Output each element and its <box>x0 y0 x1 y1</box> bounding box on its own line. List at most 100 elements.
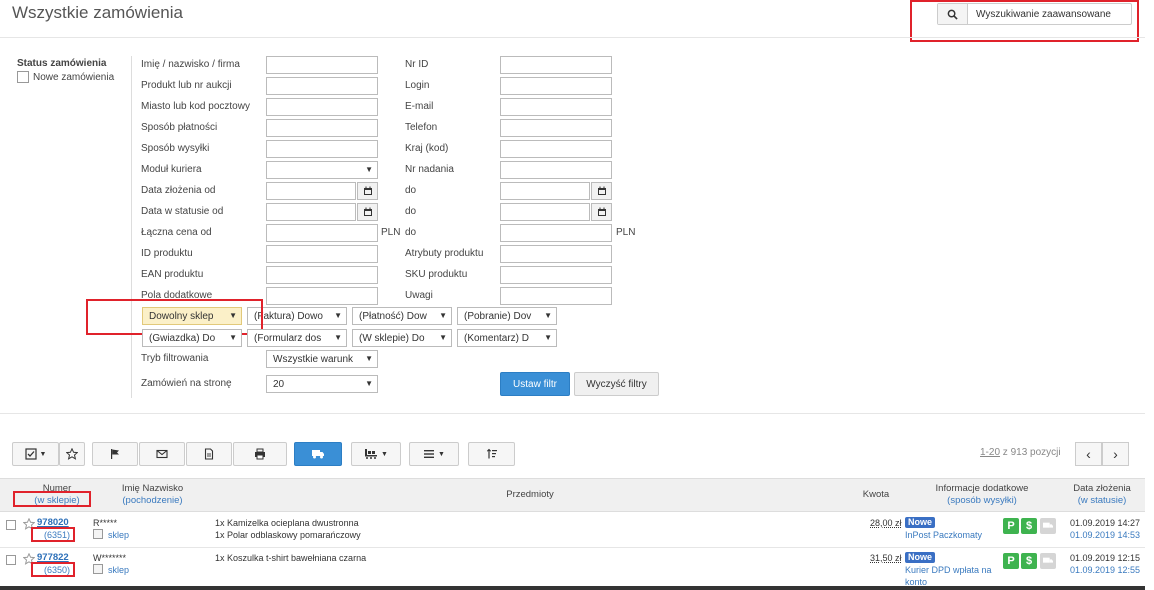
date-created-from-input[interactable] <box>266 182 356 200</box>
filter-label-ean: EAN produktu <box>141 269 204 280</box>
chevron-down-icon: ▼ <box>381 450 388 458</box>
col-amount[interactable]: Kwota <box>850 489 902 501</box>
flag-button[interactable] <box>92 442 138 466</box>
highlight-number-header <box>13 491 91 507</box>
filter-label-attributes: Atrybuty produktu <box>405 248 484 259</box>
filter-label-price-to: do <box>405 227 417 238</box>
origin: sklep <box>108 565 130 575</box>
pagination-range[interactable]: 1-20 <box>980 447 1000 458</box>
status-option-new[interactable]: Nowe zamówienia <box>17 71 114 83</box>
date-created-to-input[interactable] <box>500 182 590 200</box>
ean-input[interactable] <box>266 266 378 284</box>
col-info[interactable]: Informacje dodatkowe (sposób wysyłki) <box>922 483 1042 507</box>
tracking-input[interactable] <box>500 161 612 179</box>
select-all-button[interactable]: ▼ <box>12 442 59 466</box>
product-id-input[interactable] <box>266 245 378 263</box>
clear-filters-button[interactable]: Wyczyść filtry <box>574 372 659 396</box>
star-button[interactable] <box>59 442 85 466</box>
per-page-select[interactable]: 20 ▼ <box>266 375 378 393</box>
filter-mode-select[interactable]: Wszystkie warunk ▼ <box>266 350 378 368</box>
attributes-input[interactable] <box>500 245 612 263</box>
shop-icon <box>93 529 103 539</box>
filter-label-date-status-to: do <box>405 206 417 217</box>
email-input[interactable] <box>500 98 612 116</box>
print-button[interactable] <box>233 442 287 466</box>
filter-label-phone: Telefon <box>405 122 438 133</box>
menu-icon <box>424 450 435 458</box>
shipping-button[interactable] <box>294 442 342 466</box>
cod-select[interactable]: (Pobranie) Dov ▼ <box>457 307 557 325</box>
per-page-label: Zamówień na stronę <box>141 378 232 389</box>
row-checkbox[interactable] <box>6 520 16 530</box>
city-input[interactable] <box>266 98 378 116</box>
document-button[interactable] <box>186 442 232 466</box>
in-shop-select[interactable]: (W sklepie) Do ▼ <box>352 329 452 347</box>
extra-fields-input[interactable] <box>266 287 378 305</box>
chevron-down-icon: ▼ <box>334 311 342 320</box>
chevron-down-icon: ▼ <box>438 450 445 458</box>
col-date[interactable]: Data złożenia (w statusie) <box>1062 483 1142 507</box>
calendar-icon[interactable] <box>591 182 612 200</box>
shipping-input[interactable] <box>266 140 378 158</box>
origin: sklep <box>108 530 130 540</box>
star-select[interactable]: (Gwiazdka) Do ▼ <box>142 329 242 347</box>
chevron-down-icon: ▼ <box>334 333 342 342</box>
comment-select[interactable]: (Komentarz) D ▼ <box>457 329 557 347</box>
calendar-icon[interactable] <box>357 182 378 200</box>
payment-status-icon: $ <box>1021 553 1037 569</box>
sort-button[interactable] <box>468 442 515 466</box>
shipping-method: Kurier DPD wpłata na konto <box>905 565 992 587</box>
warehouse-button[interactable]: ▼ <box>351 442 401 466</box>
prev-page-button[interactable]: ‹ <box>1075 442 1102 466</box>
table-row[interactable]: 978020 (6351) R***** sklep 1x Kamizelka … <box>0 513 1145 548</box>
status-new-checkbox[interactable] <box>17 71 29 83</box>
price-from-input[interactable] <box>266 224 378 242</box>
phone-input[interactable] <box>500 119 612 137</box>
filter-mode-value: Wszystkie warunk <box>273 353 354 365</box>
date-status-to-input[interactable] <box>500 203 590 221</box>
calendar-icon[interactable] <box>591 203 612 221</box>
name-input[interactable] <box>266 56 378 74</box>
login-input[interactable] <box>500 77 612 95</box>
form-select-value: (Formularz dos <box>254 332 322 344</box>
row-checkbox[interactable] <box>6 555 16 565</box>
table-header: Numer (w sklepie) Imię Nazwisko (pochodz… <box>0 478 1145 512</box>
calendar-icon[interactable] <box>357 203 378 221</box>
pagination-total: z 913 pozycji <box>1000 447 1061 458</box>
status-filter-title: Status zamówienia <box>17 58 107 69</box>
date-status-from-input[interactable] <box>266 203 356 221</box>
parcel-status-icon: P <box>1003 553 1019 569</box>
col-info-label: Informacje dodatkowe <box>935 483 1029 494</box>
filter-label-product: Produkt lub nr aukcji <box>141 80 232 91</box>
status-badge: Nowe <box>905 517 936 528</box>
col-items[interactable]: Przedmioty <box>480 489 580 501</box>
notes-input[interactable] <box>500 287 612 305</box>
filter-label-date-created: Data złożenia od <box>141 185 216 196</box>
table-row[interactable]: 977822 (6350) W******* sklep 1x Koszulka… <box>0 548 1145 587</box>
flag-icon <box>111 449 119 459</box>
section-divider <box>0 413 1145 414</box>
col-date-sub: (w statusie) <box>1077 495 1127 506</box>
col-name[interactable]: Imię Nazwisko (pochodzenie) <box>110 483 195 507</box>
list-menu-button[interactable]: ▼ <box>409 442 459 466</box>
header-divider <box>0 37 1145 38</box>
courier-select[interactable]: ▼ <box>266 161 378 179</box>
payment-input[interactable] <box>266 119 378 137</box>
filter-label-date-status: Data w statusie od <box>141 206 224 217</box>
document-icon <box>204 448 214 460</box>
item-line: 1x Koszulka t-shirt bawełniana czarna <box>215 553 367 563</box>
chevron-right-icon: › <box>1113 446 1118 462</box>
payment-status-select[interactable]: (Płatność) Dow ▼ <box>352 307 452 325</box>
next-page-button[interactable]: › <box>1102 442 1129 466</box>
email-button[interactable] <box>139 442 185 466</box>
nr-id-input[interactable] <box>500 56 612 74</box>
apply-filter-button[interactable]: Ustaw filtr <box>500 372 570 396</box>
country-input[interactable] <box>500 140 612 158</box>
col-name-label: Imię Nazwisko <box>121 483 184 494</box>
sku-input[interactable] <box>500 266 612 284</box>
chevron-down-icon: ▼ <box>365 379 373 388</box>
filter-label-product-id: ID produktu <box>141 248 193 259</box>
product-input[interactable] <box>266 77 378 95</box>
price-to-input[interactable] <box>500 224 612 242</box>
form-select[interactable]: (Formularz dos ▼ <box>247 329 347 347</box>
